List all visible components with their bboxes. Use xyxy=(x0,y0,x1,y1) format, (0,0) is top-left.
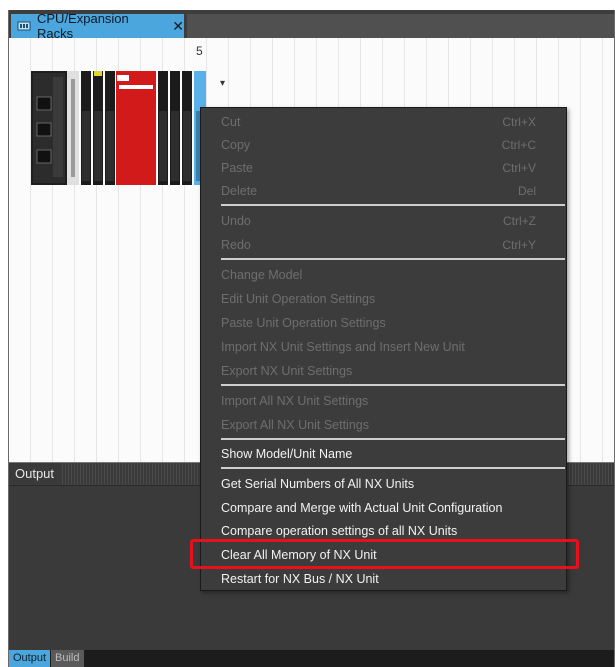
menu-item-delete[interactable]: Delete Del xyxy=(201,179,566,202)
slot-number-label: 5 xyxy=(196,44,203,58)
menu-item-export-all-nx-unit-settings[interactable]: Export All NX Unit Settings xyxy=(201,413,566,436)
menu-item-label: Show Model/Unit Name xyxy=(221,446,353,461)
menu-separator xyxy=(221,384,565,386)
menu-item-clear-all-memory[interactable]: Clear All Memory of NX Unit xyxy=(201,543,566,566)
menu-item-edit-unit-operation-settings[interactable]: Edit Unit Operation Settings xyxy=(201,287,566,310)
menu-item-restart-nx-bus[interactable]: Restart for NX Bus / NX Unit xyxy=(201,567,566,590)
menu-item-label: Cut xyxy=(221,114,241,129)
close-icon[interactable]: ✕ xyxy=(172,18,184,35)
menu-separator xyxy=(221,258,565,260)
menu-item-redo[interactable]: Redo Ctrl+Y xyxy=(201,233,566,256)
menu-item-compare-operation-settings[interactable]: Compare operation settings of all NX Uni… xyxy=(201,519,566,542)
menu-item-change-model[interactable]: Change Model xyxy=(201,263,566,286)
menu-item-label: Paste Unit Operation Settings xyxy=(221,315,386,330)
output-tab-strip: Output Build xyxy=(9,650,614,667)
chevron-down-icon[interactable]: ▾ xyxy=(220,78,225,89)
menu-item-label: Change Model xyxy=(221,267,303,282)
tab-cpu-expansion-racks[interactable]: CPU/Expansion Racks ✕ xyxy=(11,11,184,41)
tab-output[interactable]: Output xyxy=(9,650,51,667)
menu-item-import-nx-unit-settings-insert[interactable]: Import NX Unit Settings and Insert New U… xyxy=(201,335,566,358)
menu-item-show-model-unit-name[interactable]: Show Model/Unit Name xyxy=(201,442,566,465)
menu-item-label: Undo xyxy=(221,213,251,228)
menu-separator xyxy=(221,467,565,469)
menu-item-label: Import All NX Unit Settings xyxy=(221,393,369,408)
menu-item-label: Export NX Unit Settings xyxy=(221,363,353,378)
menu-item-export-nx-unit-settings[interactable]: Export NX Unit Settings xyxy=(201,359,566,382)
menu-item-copy[interactable]: Copy Ctrl+C xyxy=(201,133,566,156)
rack-icon xyxy=(17,19,31,33)
menu-separator xyxy=(221,438,565,440)
menu-item-label: Compare operation settings of all NX Uni… xyxy=(221,523,458,538)
menu-item-label: Import NX Unit Settings and Insert New U… xyxy=(221,339,465,354)
menu-item-shortcut: Ctrl+Z xyxy=(503,213,536,228)
tab-bar-empty-area xyxy=(187,14,614,38)
rack-unit-graphic[interactable] xyxy=(31,71,207,185)
menu-item-label: Get Serial Numbers of All NX Units xyxy=(221,476,415,491)
menu-item-undo[interactable]: Undo Ctrl+Z xyxy=(201,209,566,232)
tab-build[interactable]: Build xyxy=(51,650,84,667)
menu-item-label: Delete xyxy=(221,183,258,198)
context-menu: Cut Ctrl+X Copy Ctrl+C Paste Ctrl+V Dele… xyxy=(200,107,567,591)
menu-item-shortcut: Ctrl+V xyxy=(502,160,536,175)
output-panel-title: Output xyxy=(9,463,61,485)
menu-item-import-all-nx-unit-settings[interactable]: Import All NX Unit Settings xyxy=(201,389,566,412)
menu-separator xyxy=(221,204,565,206)
menu-item-shortcut: Del xyxy=(517,183,536,198)
menu-item-paste-unit-operation-settings[interactable]: Paste Unit Operation Settings xyxy=(201,311,566,334)
menu-item-label: Redo xyxy=(221,237,251,252)
tab-title: CPU/Expansion Racks xyxy=(37,11,129,41)
menu-item-label: Export All NX Unit Settings xyxy=(221,417,369,432)
menu-item-paste[interactable]: Paste Ctrl+V xyxy=(201,156,566,179)
menu-item-shortcut: Ctrl+X xyxy=(502,114,536,129)
menu-item-label: Copy xyxy=(221,137,251,152)
menu-item-shortcut: Ctrl+Y xyxy=(502,237,536,252)
menu-item-get-serial-numbers[interactable]: Get Serial Numbers of All NX Units xyxy=(201,472,566,495)
document-tab-bar: CPU/Expansion Racks ✕ xyxy=(9,10,614,41)
menu-item-label: Paste xyxy=(221,160,253,175)
menu-item-cut[interactable]: Cut Ctrl+X xyxy=(201,110,566,133)
menu-item-shortcut: Ctrl+C xyxy=(501,137,536,152)
menu-item-label: Edit Unit Operation Settings xyxy=(221,291,376,306)
menu-item-label: Compare and Merge with Actual Unit Confi… xyxy=(221,500,503,515)
menu-item-label: Clear All Memory of NX Unit xyxy=(221,547,377,562)
menu-item-label: Restart for NX Bus / NX Unit xyxy=(221,571,379,586)
menu-item-compare-and-merge[interactable]: Compare and Merge with Actual Unit Confi… xyxy=(201,496,566,519)
